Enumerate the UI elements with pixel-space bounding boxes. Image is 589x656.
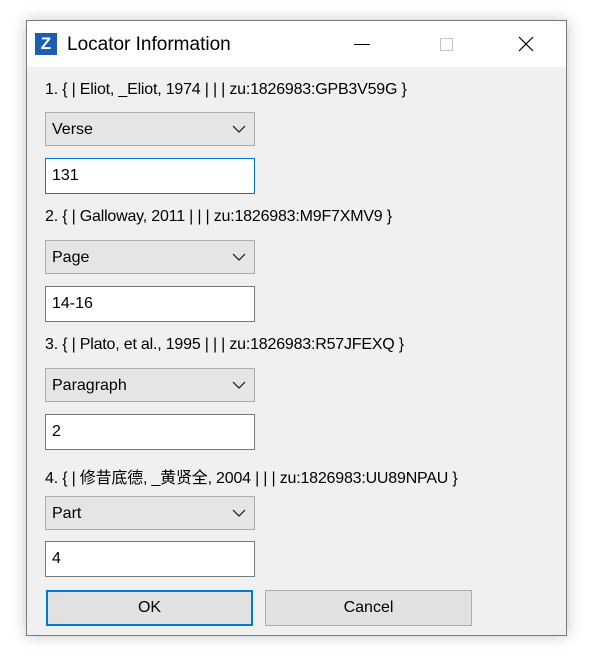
- locator-value-input-1[interactable]: [45, 158, 255, 194]
- close-button[interactable]: [503, 21, 549, 67]
- close-icon: [518, 36, 534, 52]
- locator-type-select-2[interactable]: Page: [45, 240, 255, 274]
- locator-type-select-3[interactable]: Paragraph: [45, 368, 255, 402]
- locator-type-value: Paragraph: [52, 377, 127, 394]
- locator-type-select-4[interactable]: Part: [45, 496, 255, 530]
- minimize-icon: [354, 43, 370, 45]
- reference-label-3: 3. { | Plato, et al., 1995 | | | zu:1826…: [45, 336, 404, 353]
- cancel-button[interactable]: Cancel: [265, 590, 472, 626]
- maximize-icon: [439, 37, 453, 51]
- reference-label-2: 2. { | Galloway, 2011 | | | zu:1826983:M…: [45, 208, 392, 225]
- locator-type-value: Page: [52, 249, 90, 266]
- reference-label-4: 4. { | 修昔底德, _黄贤全, 2004 | | | zu:1826983…: [45, 470, 458, 487]
- title-bar[interactable]: Z Locator Information: [27, 21, 566, 67]
- locator-type-value: Part: [52, 505, 82, 522]
- app-icon: Z: [35, 33, 57, 55]
- chevron-down-icon: [232, 125, 246, 133]
- maximize-button: [423, 21, 469, 67]
- locator-type-select-1[interactable]: Verse: [45, 112, 255, 146]
- ok-button[interactable]: OK: [46, 590, 253, 626]
- chevron-down-icon: [232, 253, 246, 261]
- locator-value-input-4[interactable]: [45, 541, 255, 577]
- chevron-down-icon: [232, 509, 246, 517]
- locator-type-value: Verse: [52, 121, 93, 138]
- locator-dialog: Z Locator Information 1. { | Eliot, _Eli…: [26, 20, 567, 636]
- chevron-down-icon: [232, 381, 246, 389]
- window-title: Locator Information: [67, 34, 231, 55]
- locator-value-input-2[interactable]: [45, 286, 255, 322]
- minimize-button[interactable]: [339, 21, 385, 67]
- locator-value-input-3[interactable]: [45, 414, 255, 450]
- reference-label-1: 1. { | Eliot, _Eliot, 1974 | | | zu:1826…: [45, 81, 407, 98]
